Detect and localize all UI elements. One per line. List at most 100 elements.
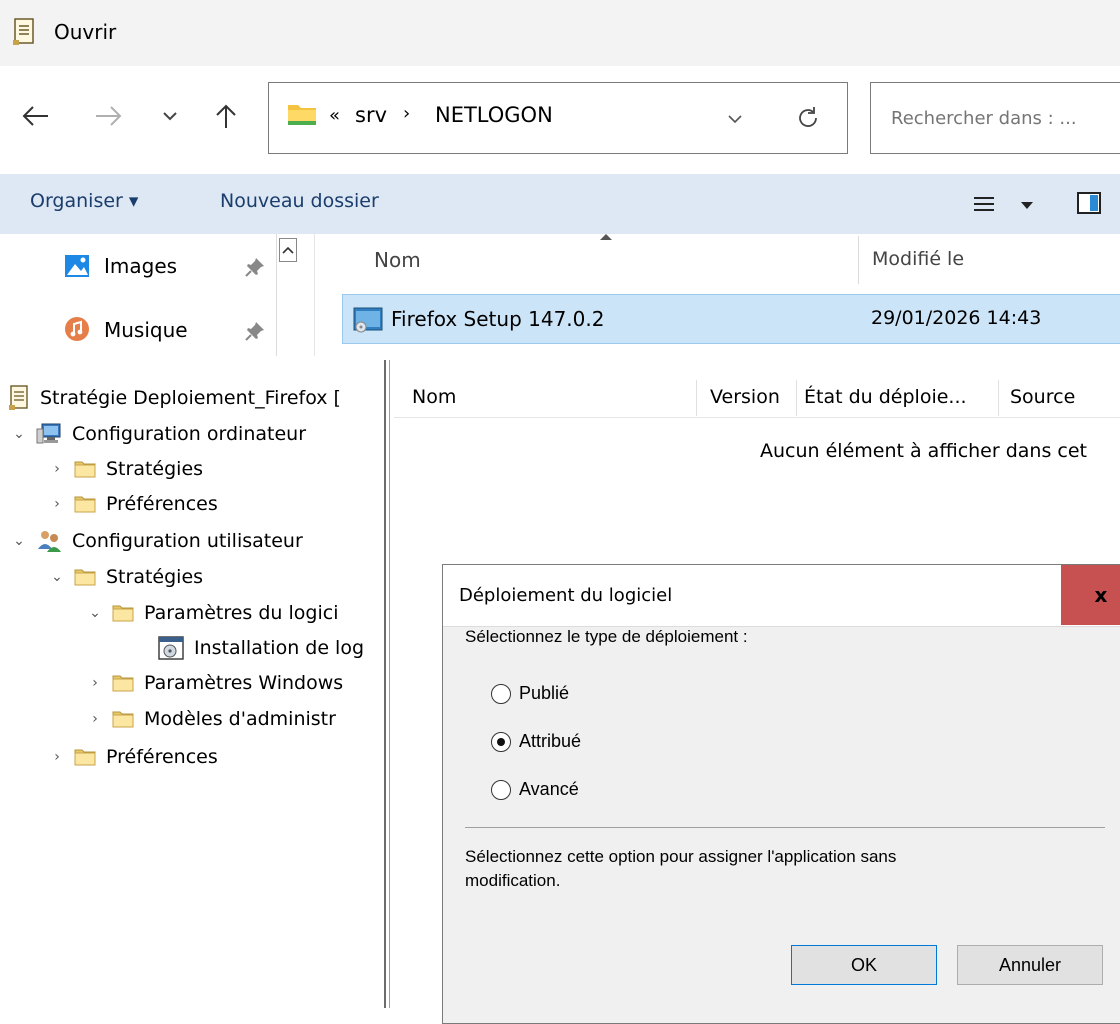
tree-item-user-policies[interactable]: ⌄ Stratégies [48,560,203,594]
radio-published-label: Publié [519,683,570,703]
tree-label: Modèles d'administr [144,708,336,730]
tree-item-computer-config[interactable]: ⌄ Configuration ordinateur [10,417,306,451]
radio-assigned-label: Attribué [519,731,582,751]
tree-label: Configuration utilisateur [72,530,303,552]
nav-item-music[interactable]: Musique [104,318,188,342]
crumb-srv[interactable]: srv [355,103,387,127]
folder-icon [112,711,134,728]
dialog-separator [465,827,1105,828]
tree-root[interactable]: Stratégie Deploiement_Firefox [ [8,381,341,415]
chevron-down-icon[interactable]: ⌄ [10,533,28,549]
folder-icon [74,496,96,513]
music-icon [65,317,89,341]
folder-icon [112,675,134,692]
address-overflow[interactable]: « [329,105,340,126]
navigation-pane: Images Musique [0,234,312,356]
images-icon [65,255,89,277]
organize-button[interactable]: Organiser ▾ [30,190,138,212]
chevron-down-icon[interactable]: ⌄ [48,569,66,585]
tree-label: Stratégies [106,458,204,480]
column-separator[interactable] [796,380,797,416]
column-separator[interactable] [696,380,697,416]
software-install-icon [158,636,184,660]
tree-root-label: Stratégie Deploiement_Firefox [ [40,387,341,409]
close-button[interactable]: x [1061,565,1120,625]
chevron-right-icon[interactable]: › [86,711,104,727]
column-header-name[interactable]: Nom [412,386,456,408]
chevron-down-icon[interactable]: ⌄ [86,605,104,621]
chevron-right-icon[interactable]: › [48,461,66,477]
tree-item-computer-policies[interactable]: › Stratégies [48,452,203,486]
deploy-dialog-titlebar: Déploiement du logiciel x [443,565,1120,627]
tree-label: Paramètres du logici [144,602,339,624]
column-header-deploy-state[interactable]: État du déploie... [804,386,967,408]
scroll-up-icon[interactable] [279,238,297,262]
radio-advanced-label: Avancé [519,779,579,799]
empty-list-message: Aucun élément à afficher dans cet [760,440,1087,462]
deploy-type-prompt: Sélectionnez le type de déploiement : [465,627,748,646]
tree-item-windows-settings[interactable]: › Paramètres Windows [86,666,343,700]
nav-item-images[interactable]: Images [104,254,177,278]
folder-icon [74,569,96,586]
chevron-right-icon[interactable]: › [86,675,104,691]
back-arrow-icon[interactable] [20,104,50,128]
tree-item-admin-templates[interactable]: › Modèles d'administr [86,702,336,736]
folder-icon [112,605,134,622]
tree-item-user-config[interactable]: ⌄ Configuration utilisateur [10,524,303,558]
recent-dropdown-icon[interactable] [162,110,178,122]
address-bar[interactable]: « srv › NETLOGON [268,82,848,154]
chevron-right-icon[interactable]: › [48,496,66,512]
search-input[interactable] [889,101,1119,135]
folder-icon [74,461,96,478]
preview-pane-icon[interactable] [1076,190,1102,216]
folder-icon [74,749,96,766]
column-header-source[interactable]: Source [1010,386,1075,408]
chevron-down-icon[interactable] [727,113,743,125]
tree-item-software-settings[interactable]: ⌄ Paramètres du logici [86,596,338,630]
radio-advanced-control[interactable] [491,779,511,800]
column-header-modified[interactable]: Modifié le [872,248,964,270]
column-header-version[interactable]: Version [710,386,780,408]
radio-assigned-control[interactable] [491,731,511,752]
pin-icon[interactable] [244,320,266,342]
radio-advanced[interactable]: Avancé [491,779,579,800]
open-file-dialog: Ouvrir « srv › NETLOGON Rechercher dans … [0,0,1120,356]
nav-pane-scrollbar[interactable] [276,234,298,356]
tree-label: Préférences [106,493,218,515]
chevron-down-icon[interactable]: ⌄ [10,426,28,442]
command-bar: Organiser ▾ Nouveau dossier [0,174,1120,234]
crumb-netlogon[interactable]: NETLOGON [435,103,553,127]
search-box[interactable] [870,82,1120,154]
radio-assigned[interactable]: Attribué [491,731,581,752]
pane-splitter[interactable] [384,360,390,1008]
column-header-name[interactable]: Nom [374,248,421,272]
up-arrow-icon[interactable] [214,102,238,130]
view-icon[interactable] [972,194,996,214]
chevron-right-icon[interactable]: › [48,749,66,765]
radio-published-control[interactable] [491,683,511,704]
file-modified-date: 29/01/2026 14:43 [871,307,1042,329]
deploy-software-dialog: Déploiement du logiciel x Sélectionnez l… [442,564,1120,1024]
tree-item-user-preferences[interactable]: › Préférences [48,740,218,774]
forward-arrow-icon[interactable] [94,104,124,128]
new-folder-button[interactable]: Nouveau dossier [220,190,379,212]
tree-label: Installation de log [194,637,365,659]
cancel-button[interactable]: Annuler [957,945,1103,985]
document-icon [13,18,34,45]
ok-button[interactable]: OK [791,945,937,985]
radio-published[interactable]: Publié [491,683,569,704]
refresh-icon[interactable] [795,105,821,131]
pin-icon[interactable] [244,256,266,278]
policy-tree-pane: Stratégie Deploiement_Firefox [ ⌄ Config… [0,360,384,1008]
crumb-separator: › [403,103,411,124]
policy-document-icon [9,385,28,410]
column-separator[interactable] [998,380,999,416]
file-row[interactable]: Firefox Setup 147.0.2 29/01/2026 14:43 [342,294,1120,344]
tree-item-software-installation[interactable]: Installation de log [158,631,364,665]
column-separator[interactable] [858,236,859,284]
tree-item-computer-preferences[interactable]: › Préférences [48,487,218,521]
view-dropdown-icon[interactable] [1020,200,1034,210]
folder-icon [288,105,316,125]
installer-icon [353,307,383,333]
option-description-line2: modification. [465,871,561,890]
